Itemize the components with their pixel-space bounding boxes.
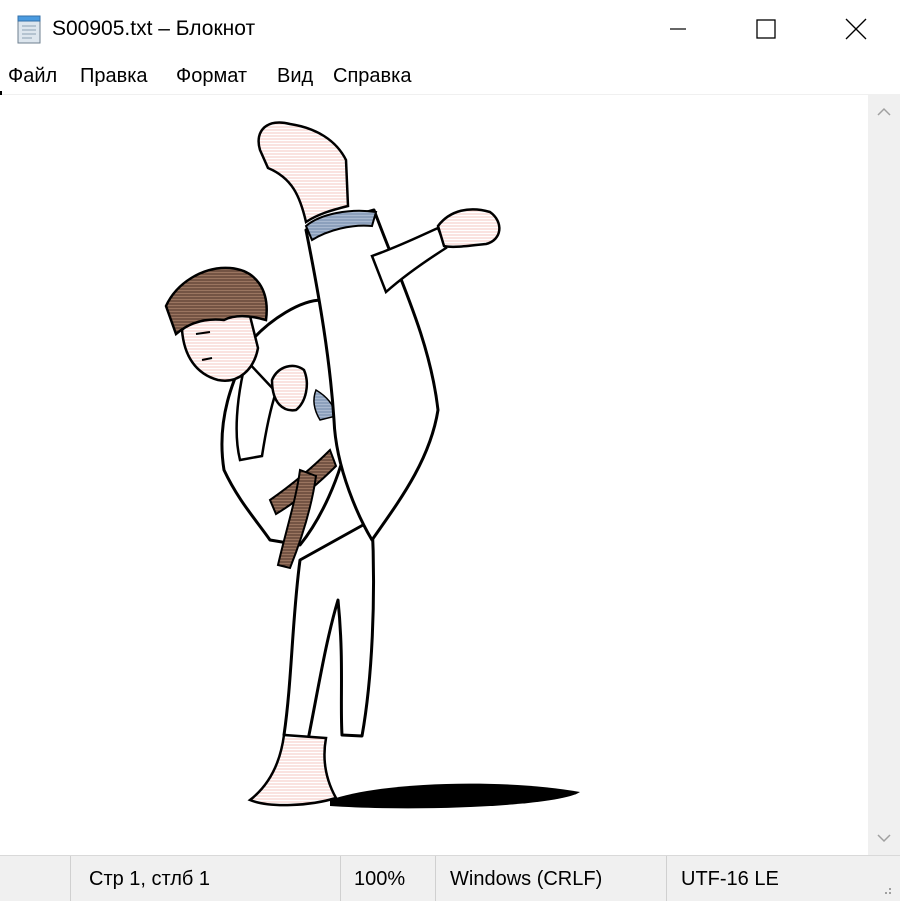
status-bar: Стр 1, стлб 1 100% Windows (CRLF) UTF-16… [0,855,900,901]
status-divider [666,856,667,901]
scroll-down-button[interactable] [868,821,900,855]
maximize-button[interactable] [720,0,812,58]
close-icon [845,18,867,40]
line-ending: Windows (CRLF) [450,868,603,890]
minimize-icon [670,28,686,30]
vertical-scrollbar[interactable] [868,95,900,855]
text-editor-area[interactable] [0,95,868,855]
status-divider [70,856,71,901]
minimize-button[interactable] [632,0,724,58]
encoding: UTF-16 LE [681,868,779,890]
karate-high-kick-figure [164,121,580,809]
menu-edit[interactable]: Правка [80,64,148,88]
status-divider [435,856,436,901]
chevron-down-icon [877,834,891,843]
close-button[interactable] [810,0,900,58]
menu-bar: Файл Правка Формат Вид Справка [0,58,900,95]
scroll-up-button[interactable] [868,95,900,129]
title-bar[interactable]: S00905.txt – Блокнот [0,0,900,58]
kicking-foot [257,121,350,225]
maximize-icon [756,19,776,39]
standing-leg [282,518,376,742]
menu-format[interactable]: Формат [176,64,247,88]
cursor-position: Стр 1, стлб 1 [89,868,211,890]
status-divider [340,856,341,901]
menu-view[interactable]: Вид [277,64,313,88]
back-fist [436,208,501,249]
standing-foot [247,733,338,807]
ground-shadow [330,783,580,809]
window-title: S00905.txt – Блокнот [52,17,256,40]
resize-grip-icon[interactable] [876,880,894,896]
front-fist [270,364,308,412]
chevron-up-icon [877,107,891,116]
zoom-level: 100% [354,868,406,890]
menu-file[interactable]: Файл [8,64,57,88]
notepad-icon [15,14,43,44]
menu-help[interactable]: Справка [333,64,411,88]
